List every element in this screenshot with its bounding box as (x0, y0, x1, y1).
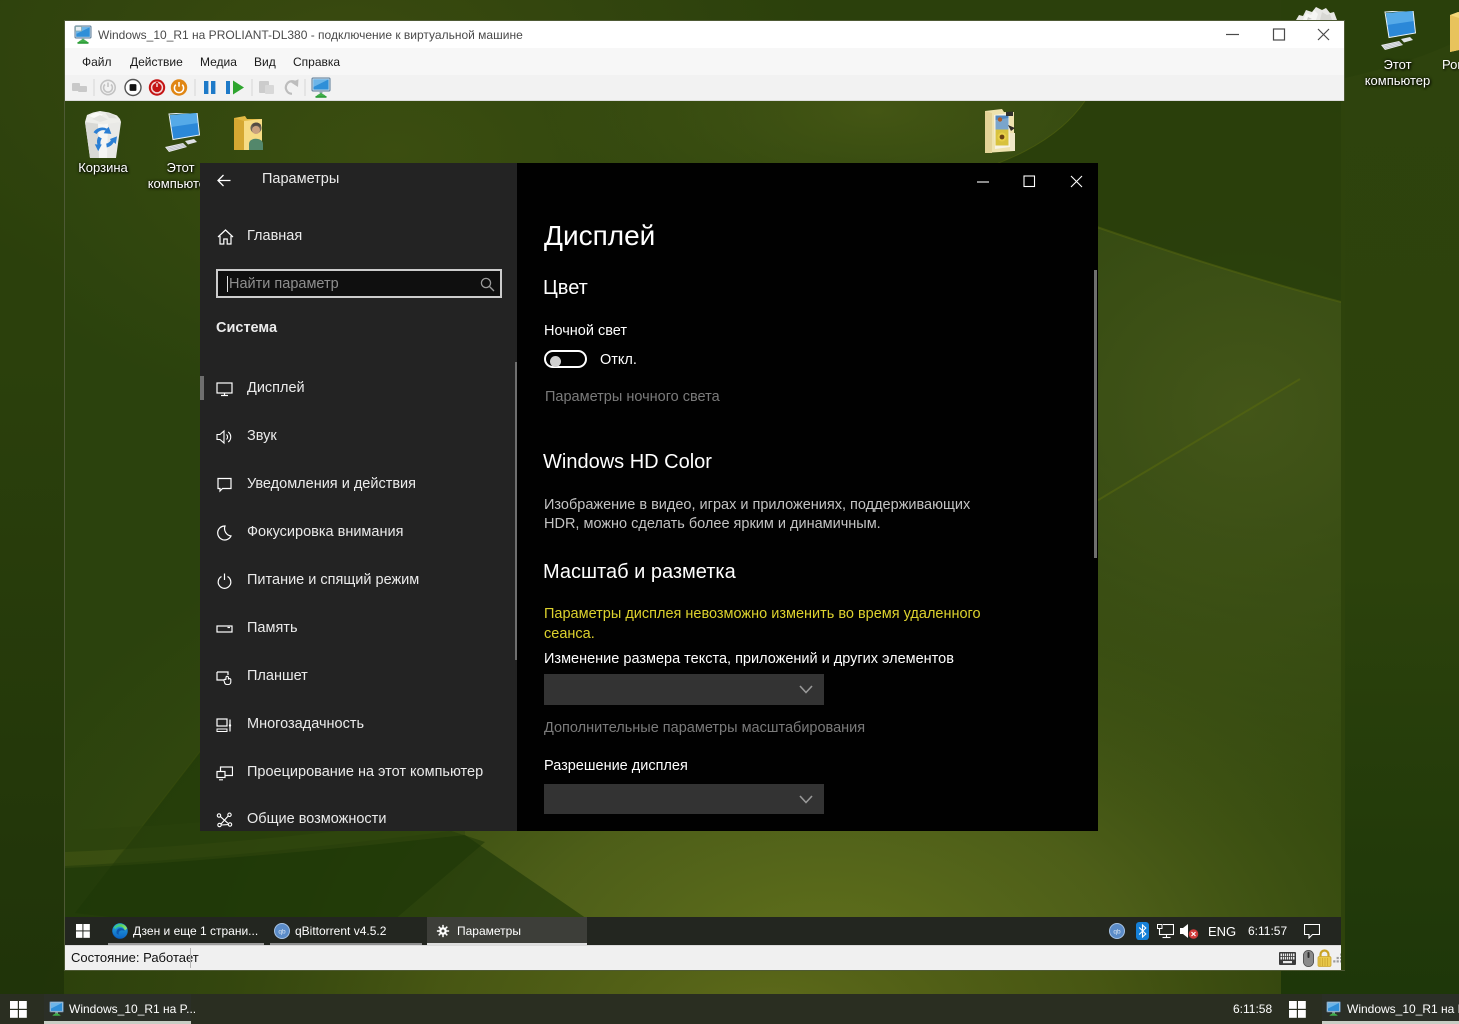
svg-text:qb: qb (278, 929, 286, 936)
svg-text:qb: qb (1113, 929, 1121, 936)
